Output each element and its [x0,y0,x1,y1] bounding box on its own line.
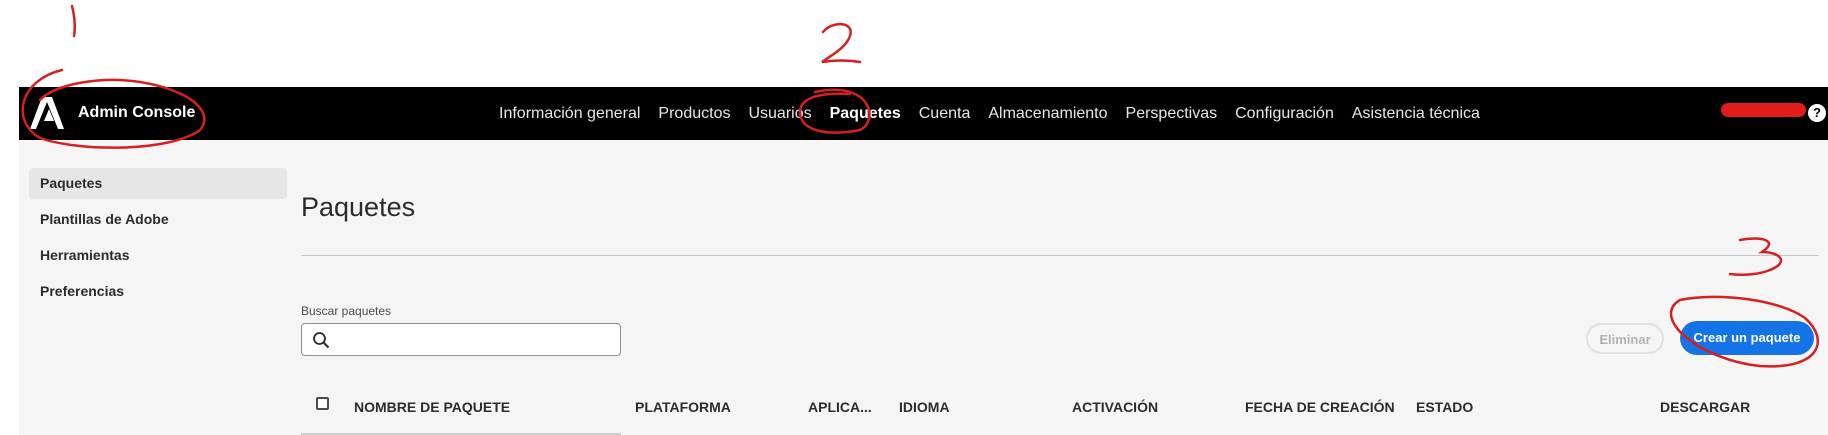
nav-usuarios[interactable]: Usuarios [748,105,811,123]
column-header-nombre[interactable]: NOMBRE DE PAQUETE [354,399,510,415]
column-header-plataforma[interactable]: PLATAFORMA [635,399,731,415]
app-title[interactable]: Admin Console [78,104,195,122]
search-label: Buscar paquetes [301,304,392,318]
select-all-checkbox[interactable] [316,397,329,410]
nav-informacion-general[interactable]: Información general [499,105,640,123]
search-icon [313,332,330,349]
nav-paquetes[interactable]: Paquetes [830,105,901,123]
search-input[interactable] [301,323,621,356]
column-header-aplicaciones[interactable]: APLICA... [808,399,872,415]
help-icon[interactable]: ? [1808,104,1826,122]
nav-productos[interactable]: Productos [658,105,730,123]
table-header: NOMBRE DE PAQUETE PLATAFORMA APLICA... I… [301,393,1819,423]
divider [301,255,1819,256]
annotation-label-2: 2 [820,59,821,61]
content-area: Paquetes Plantillas de Adobe Herramienta… [19,140,1828,435]
column-header-idioma[interactable]: IDIOMA [899,399,950,415]
column-header-descargar[interactable]: DESCARGAR [1660,399,1750,415]
sidebar-item-herramientas[interactable]: Herramientas [29,240,287,271]
sidebar: Paquetes Plantillas de Adobe Herramienta… [29,168,287,312]
nav-asistencia-tecnica[interactable]: Asistencia técnica [1352,105,1480,123]
nav-perspectivas[interactable]: Perspectivas [1126,105,1218,123]
column-header-estado[interactable]: ESTADO [1416,399,1473,415]
column-header-activacion[interactable]: ACTIVACIÓN [1072,399,1158,415]
adobe-logo-icon[interactable] [27,95,67,131]
create-package-button[interactable]: Crear un paquete [1680,321,1814,355]
annotation-number-2-stroke [821,23,862,64]
delete-button[interactable]: Eliminar [1586,323,1664,354]
column-header-fecha-creacion[interactable]: FECHA DE CREACIÓN [1245,399,1395,415]
top-navigation-bar: Admin Console Información general Produc… [19,87,1828,140]
nav-almacenamiento[interactable]: Almacenamiento [988,105,1107,123]
annotation-number-1-stroke [70,4,77,38]
redacted-user-account[interactable] [1721,103,1806,117]
nav-configuracion[interactable]: Configuración [1235,105,1334,123]
annotation-label-1: 1 [60,29,61,31]
main-nav: Información general Productos Usuarios P… [499,87,1480,140]
page-title: Paquetes [301,192,416,222]
sidebar-item-preferencias[interactable]: Preferencias [29,276,287,307]
nav-cuenta[interactable]: Cuenta [919,105,971,123]
sidebar-item-paquetes[interactable]: Paquetes [29,168,287,199]
sidebar-item-plantillas-de-adobe[interactable]: Plantillas de Adobe [29,204,287,235]
